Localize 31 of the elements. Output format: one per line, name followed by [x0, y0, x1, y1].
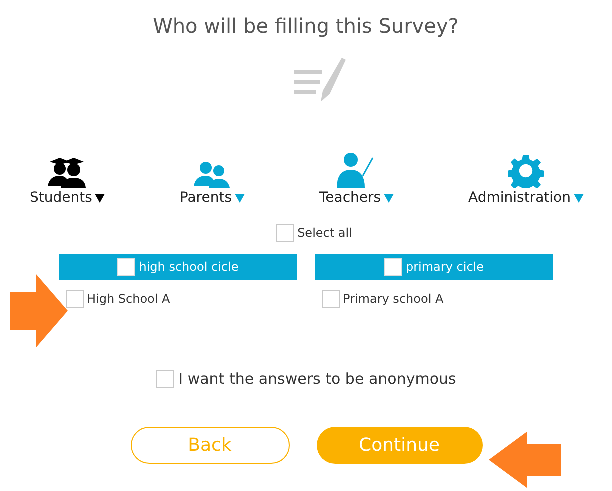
school-label: High School A	[87, 292, 170, 306]
role-label: Administration	[468, 190, 571, 206]
role-tab[interactable]: Teachers	[319, 152, 394, 206]
checkbox[interactable]	[276, 224, 294, 242]
checkbox[interactable]	[384, 258, 402, 276]
checkbox[interactable]	[322, 290, 340, 308]
checkbox[interactable]	[156, 370, 174, 388]
group-header: high school cicle	[59, 254, 297, 280]
graduates-icon	[48, 156, 88, 188]
role-tab[interactable]: Students	[30, 152, 106, 206]
role-label: Students	[30, 190, 92, 206]
group-header: primary cicle	[315, 254, 553, 280]
role-label: Teachers	[319, 190, 382, 206]
people-icon	[192, 160, 232, 188]
caret-icon	[384, 194, 394, 202]
anonymous-label: I want the answers to be anonymous	[178, 370, 456, 388]
arrow-icon	[10, 274, 68, 348]
survey-pencil-icon	[294, 58, 348, 104]
checkbox[interactable]	[66, 290, 84, 308]
caret-icon	[574, 194, 584, 202]
school-label: Primary school A	[343, 292, 444, 306]
select-all-label: Select all	[298, 226, 352, 240]
role-tab[interactable]: Parents	[180, 152, 245, 206]
role-tab[interactable]: Administration	[468, 152, 584, 206]
page-title: Who will be filling this Survey?	[153, 14, 459, 38]
arrow-icon	[489, 432, 561, 488]
caret-icon	[235, 194, 245, 202]
role-label: Parents	[180, 190, 232, 206]
caret-icon	[95, 194, 106, 202]
gear-icon	[508, 154, 544, 188]
checkbox[interactable]	[117, 258, 136, 276]
